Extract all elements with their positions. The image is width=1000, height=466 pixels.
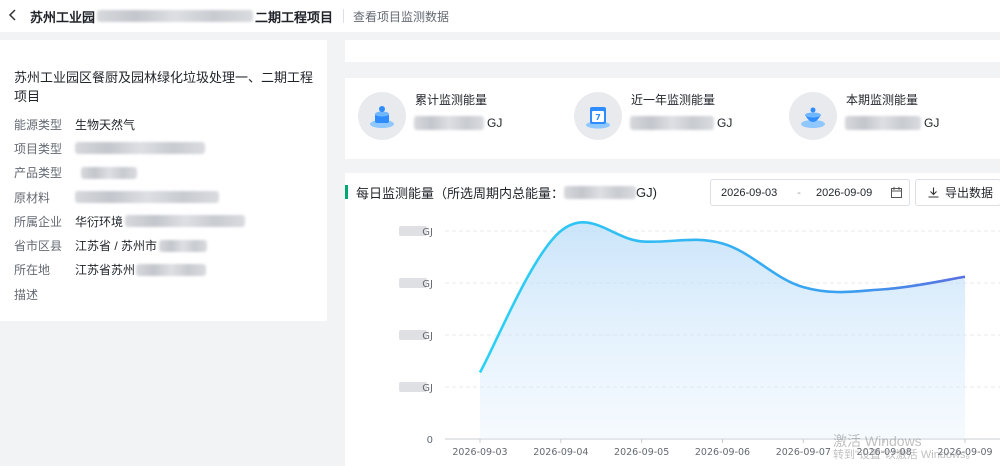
project-title-suffix: 二期工程项目 xyxy=(255,9,334,25)
redacted-text xyxy=(81,166,137,179)
project-title: 苏州工业园 二期工程项目 xyxy=(30,7,333,26)
info-label: 原材料 xyxy=(14,190,51,205)
location-name: 江苏省苏州 xyxy=(75,263,136,278)
x-tick-label: 2026-09-07 xyxy=(776,447,831,458)
stat-last-year: 7 近一年监测能量 GJ xyxy=(574,92,732,140)
redacted-number xyxy=(414,116,484,130)
redacted-text xyxy=(75,142,205,155)
y-tick-label: 0 xyxy=(427,435,433,446)
stat-unit: GJ xyxy=(487,116,503,130)
info-row-project-type: 项目类型 xyxy=(14,136,313,160)
y-tick-label: GJ xyxy=(422,383,433,394)
x-tick-label: 2026-09-06 xyxy=(695,447,750,458)
stat-unit: GJ xyxy=(717,116,733,130)
redacted-text xyxy=(136,263,207,276)
redacted-text xyxy=(159,239,208,252)
info-value: 生物天然气 xyxy=(75,117,136,132)
redacted-text xyxy=(75,191,219,204)
project-title-prefix: 苏州工业园 xyxy=(30,9,96,25)
info-row-description: 描述 xyxy=(14,282,313,306)
info-value xyxy=(75,191,219,204)
info-value: 华衍环境 xyxy=(75,213,246,230)
stat-label: 本期监测能量 xyxy=(846,93,919,107)
y-tick-label: GJ xyxy=(422,227,433,238)
info-label: 省市区县 xyxy=(14,239,63,254)
info-row-product-type: 产品类型 xyxy=(14,161,313,185)
daily-energy-chart: GJ GJ GJ GJ 0 2026-09-03 2026-09-04 2026-09-05 2… xyxy=(399,221,1000,458)
info-value xyxy=(75,166,137,179)
info-value: 江苏省苏州 xyxy=(75,261,207,278)
project-name: 苏州工业园区餐厨及园林绿化垃圾处理一、二期工程项目 xyxy=(14,70,314,104)
info-row-energy-type: 能源类型 生物天然气 xyxy=(14,112,313,136)
info-value: 江苏省 / 苏州市 xyxy=(75,237,208,254)
stat-label: 近一年监测能量 xyxy=(631,93,716,107)
info-label: 所在地 xyxy=(14,263,51,278)
watermark-line-1: 激活 Windows xyxy=(833,433,922,449)
info-label: 描述 xyxy=(14,287,39,302)
stat-unit: GJ xyxy=(924,116,940,130)
divider xyxy=(343,9,345,23)
x-tick-label: 2026-09-03 xyxy=(452,447,507,458)
info-value xyxy=(75,142,205,155)
redacted-text xyxy=(125,215,246,228)
info-label: 所属企业 xyxy=(14,214,63,229)
y-tick-label: GJ xyxy=(422,331,433,342)
stat-value: GJ xyxy=(414,116,502,130)
cumulative-energy-icon xyxy=(358,92,406,140)
x-tick-label: 2026-09-04 xyxy=(533,447,588,458)
stat-current-period: 本期监测能量 GJ xyxy=(789,92,939,140)
tabs-strip xyxy=(345,40,1000,62)
series-area xyxy=(480,222,965,439)
page-subtitle: 查看项目监测数据 xyxy=(353,9,450,24)
x-tick-label: 2026-09-05 xyxy=(614,447,669,458)
stat-label: 累计监测能量 xyxy=(415,93,488,107)
info-label: 能源类型 xyxy=(14,117,63,132)
company-name: 华衍环境 xyxy=(75,214,124,229)
redacted-text xyxy=(97,10,254,22)
info-row-region: 省市区县 江苏省 / 苏州市 xyxy=(14,233,313,257)
watermark-line-2: 转到"设置"以激活 Windows。 xyxy=(833,449,977,461)
windows-activation-watermark: 激活 Windows 转到"设置"以激活 Windows。 xyxy=(833,434,977,462)
info-row-company: 所属企业 华衍环境 xyxy=(14,209,313,233)
period-energy-icon xyxy=(789,92,837,140)
stat-value: GJ xyxy=(845,116,939,130)
redacted-number xyxy=(845,116,921,130)
project-info-panel: 苏州工业园区餐厨及园林绿化垃圾处理一、二期工程项目 能源类型 生物天然气 项目类… xyxy=(0,40,327,321)
stat-cumulative: 累计监测能量 GJ xyxy=(358,92,502,140)
region-name: 江苏省 / 苏州市 xyxy=(75,239,158,254)
top-bar: 苏州工业园 二期工程项目 查看项目监测数据 xyxy=(0,0,1000,32)
stats-card: 累计监测能量 GJ 7 近一年监测能量 GJ 本期监测能量 GJ xyxy=(345,78,1000,159)
info-label: 产品类型 xyxy=(14,166,63,181)
info-row-raw-material: 原材料 xyxy=(14,185,313,209)
svg-text:7: 7 xyxy=(595,113,601,122)
redacted-number xyxy=(630,116,714,130)
info-label: 项目类型 xyxy=(14,141,63,156)
chevron-left-icon[interactable] xyxy=(8,8,22,24)
calendar-energy-icon: 7 xyxy=(574,92,622,140)
stat-value: GJ xyxy=(630,116,732,130)
info-row-location: 所在地 江苏省苏州 xyxy=(14,258,313,282)
y-tick-label: GJ xyxy=(422,279,433,290)
daily-energy-chart-card: 每日监测能量（所选周期内总能量： GJ) 2026-09-03 - 2026-0… xyxy=(345,173,1000,466)
